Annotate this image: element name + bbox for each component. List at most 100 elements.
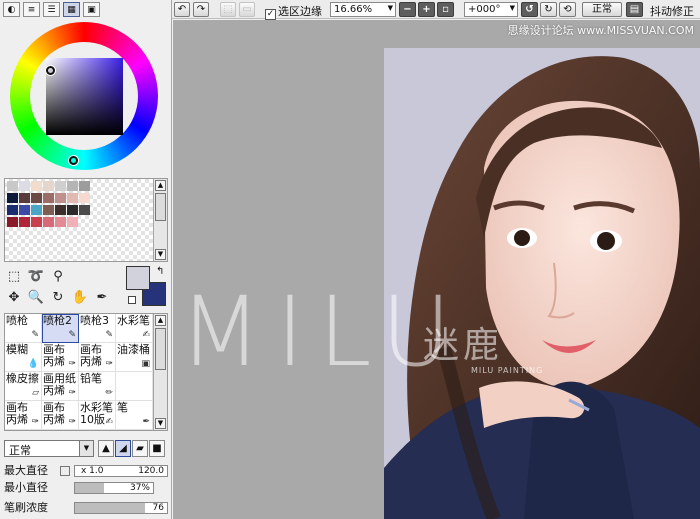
blend-mode-button[interactable]: 正常 xyxy=(582,2,622,17)
swatch-tab-icon[interactable]: ▦ xyxy=(63,2,80,17)
color-swatch[interactable] xyxy=(31,205,42,215)
color-swatch[interactable] xyxy=(67,217,78,227)
eyedropper-icon[interactable]: ✒ xyxy=(93,289,111,306)
brush-item[interactable]: 笔 ✒ xyxy=(116,401,153,430)
brush-item[interactable]: 喷枪2 ✎ xyxy=(42,314,79,343)
brush-item[interactable]: 画布 丙烯 ✑ xyxy=(42,343,79,372)
color-swatch[interactable] xyxy=(7,181,18,191)
color-swatch[interactable] xyxy=(79,193,90,203)
scratchpad-tab-icon[interactable]: ▣ xyxy=(83,2,100,17)
brush-item[interactable]: 画布 丙烯 ✑ xyxy=(5,401,42,430)
undo-icon[interactable]: ↶ xyxy=(174,2,190,17)
chevron-down-icon[interactable]: ▼ xyxy=(510,4,515,12)
flat-edge-icon[interactable]: ■ xyxy=(149,440,165,457)
saturation-value-square[interactable] xyxy=(46,58,123,135)
stabilizer-label[interactable]: 抖动修正 xyxy=(650,3,694,19)
color-swatch[interactable] xyxy=(19,205,30,215)
scroll-thumb[interactable] xyxy=(155,193,166,221)
color-swatch[interactable] xyxy=(31,217,42,227)
redo-icon[interactable]: ↷ xyxy=(193,2,209,17)
flip-icon[interactable]: ▤ xyxy=(626,2,643,17)
brush-item[interactable]: 水彩笔 10版 ✍ xyxy=(79,401,116,430)
color-wheel-tab-icon[interactable]: ◐ xyxy=(3,2,20,17)
brush-item[interactable]: 画布 丙烯 ✑ xyxy=(79,343,116,372)
zoom-reset-icon[interactable]: ▫ xyxy=(437,2,454,17)
invert-selection-icon[interactable]: ▭ xyxy=(239,2,255,17)
blend-mode-select[interactable]: 正常 ▼ xyxy=(4,440,94,457)
medium-edge-icon[interactable]: ▰ xyxy=(132,440,148,457)
color-swatch[interactable] xyxy=(43,217,54,227)
color-swatch[interactable] xyxy=(43,181,54,191)
soft-edge-icon[interactable]: ◢ xyxy=(115,440,131,457)
color-swatch[interactable] xyxy=(55,193,66,203)
color-swatch[interactable] xyxy=(19,217,30,227)
color-swatch[interactable] xyxy=(67,205,78,215)
brush-item[interactable]: 铅笔 ✏ xyxy=(79,372,116,401)
deselect-icon[interactable]: ⬚ xyxy=(220,2,236,17)
color-swatch[interactable] xyxy=(31,181,42,191)
selection-edge-toggle[interactable]: ✓ 选区边缘 xyxy=(265,3,322,20)
rect-select-icon[interactable]: ⬚ xyxy=(5,268,23,285)
color-swatch[interactable] xyxy=(19,181,30,191)
zoom-icon[interactable]: 🔍 xyxy=(27,289,45,306)
color-swatch[interactable] xyxy=(55,181,66,191)
zoom-out-icon[interactable]: − xyxy=(399,2,416,17)
scroll-down-icon[interactable]: ▼ xyxy=(155,418,166,429)
swap-colors-icon[interactable]: ↰ xyxy=(156,266,164,277)
zoom-field[interactable]: 16.66% ▼ xyxy=(330,2,396,17)
hsv-slider-tab-icon[interactable]: ☰ xyxy=(43,2,60,17)
color-swatch[interactable] xyxy=(67,181,78,191)
rotation-reset-icon[interactable]: ⟲ xyxy=(559,2,576,17)
color-swatch[interactable] xyxy=(79,205,90,215)
main-color-swatch[interactable] xyxy=(126,266,150,290)
rotate-right-icon[interactable]: ↻ xyxy=(540,2,557,17)
color-swatch[interactable] xyxy=(55,205,66,215)
color-swatch[interactable] xyxy=(67,193,78,203)
hue-wheel[interactable] xyxy=(10,22,158,170)
zoom-in-icon[interactable]: + xyxy=(418,2,435,17)
brush-item[interactable]: 喷枪3 ✎ xyxy=(79,314,116,343)
scroll-up-icon[interactable]: ▲ xyxy=(155,180,166,191)
hard-edge-icon[interactable]: ▲ xyxy=(98,440,114,457)
brush-item[interactable]: 水彩笔 ✍ xyxy=(116,314,153,343)
magic-wand-icon[interactable]: ⚲ xyxy=(49,268,67,285)
brush-item[interactable] xyxy=(116,372,153,401)
portrait-image[interactable] xyxy=(384,48,700,519)
max-size-slider[interactable]: x 1.0 120.0 xyxy=(74,465,168,477)
min-size-slider[interactable]: 37% xyxy=(74,482,154,494)
color-swatch[interactable] xyxy=(19,193,30,203)
swatch-scrollbar[interactable]: ▲ ▼ xyxy=(153,179,167,261)
checkbox-checked-icon[interactable]: ✓ xyxy=(265,9,276,20)
rgb-slider-tab-icon[interactable]: ≡ xyxy=(23,2,40,17)
brush-item[interactable]: 油漆桶 ▣ xyxy=(116,343,153,372)
size-multiplier-toggle[interactable] xyxy=(60,466,70,476)
color-swatch[interactable] xyxy=(43,193,54,203)
scroll-down-icon[interactable]: ▼ xyxy=(155,249,166,260)
color-swatch[interactable] xyxy=(7,217,18,227)
brush-item[interactable]: 橡皮擦 ▱ xyxy=(5,372,42,401)
canvas-area[interactable]: 思缘设计论坛 www.MISSVUAN.COM MILU 迷鹿 MILU PAI… xyxy=(173,20,700,519)
color-swatch[interactable] xyxy=(7,193,18,203)
hand-icon[interactable]: ✋ xyxy=(71,289,89,306)
chevron-down-icon[interactable]: ▼ xyxy=(388,4,393,12)
brush-item[interactable]: 模糊 💧 xyxy=(5,343,42,372)
density-slider[interactable]: 76 xyxy=(74,502,168,514)
transparent-color-icon[interactable] xyxy=(128,296,136,304)
color-swatch[interactable] xyxy=(31,193,42,203)
brush-item[interactable]: 喷枪 ✎ xyxy=(5,314,42,343)
rotate-left-icon[interactable]: ↺ xyxy=(521,2,538,17)
hue-picker-ring[interactable] xyxy=(69,156,78,165)
scroll-thumb[interactable] xyxy=(155,328,166,370)
move-icon[interactable]: ✥ xyxy=(5,289,23,306)
sv-picker-ring[interactable] xyxy=(46,66,55,75)
scroll-up-icon[interactable]: ▲ xyxy=(155,315,166,326)
rotation-field[interactable]: +000° ▼ xyxy=(464,2,518,17)
color-swatch[interactable] xyxy=(79,181,90,191)
brush-item[interactable]: 画布 丙烯 ✑ xyxy=(42,401,79,430)
color-swatch[interactable] xyxy=(55,217,66,227)
color-swatch[interactable] xyxy=(7,205,18,215)
lasso-icon[interactable]: ➰ xyxy=(27,268,45,285)
brush-scrollbar[interactable]: ▲ ▼ xyxy=(153,314,167,430)
color-swatch[interactable] xyxy=(43,205,54,215)
rotate-icon[interactable]: ↻ xyxy=(49,289,67,306)
